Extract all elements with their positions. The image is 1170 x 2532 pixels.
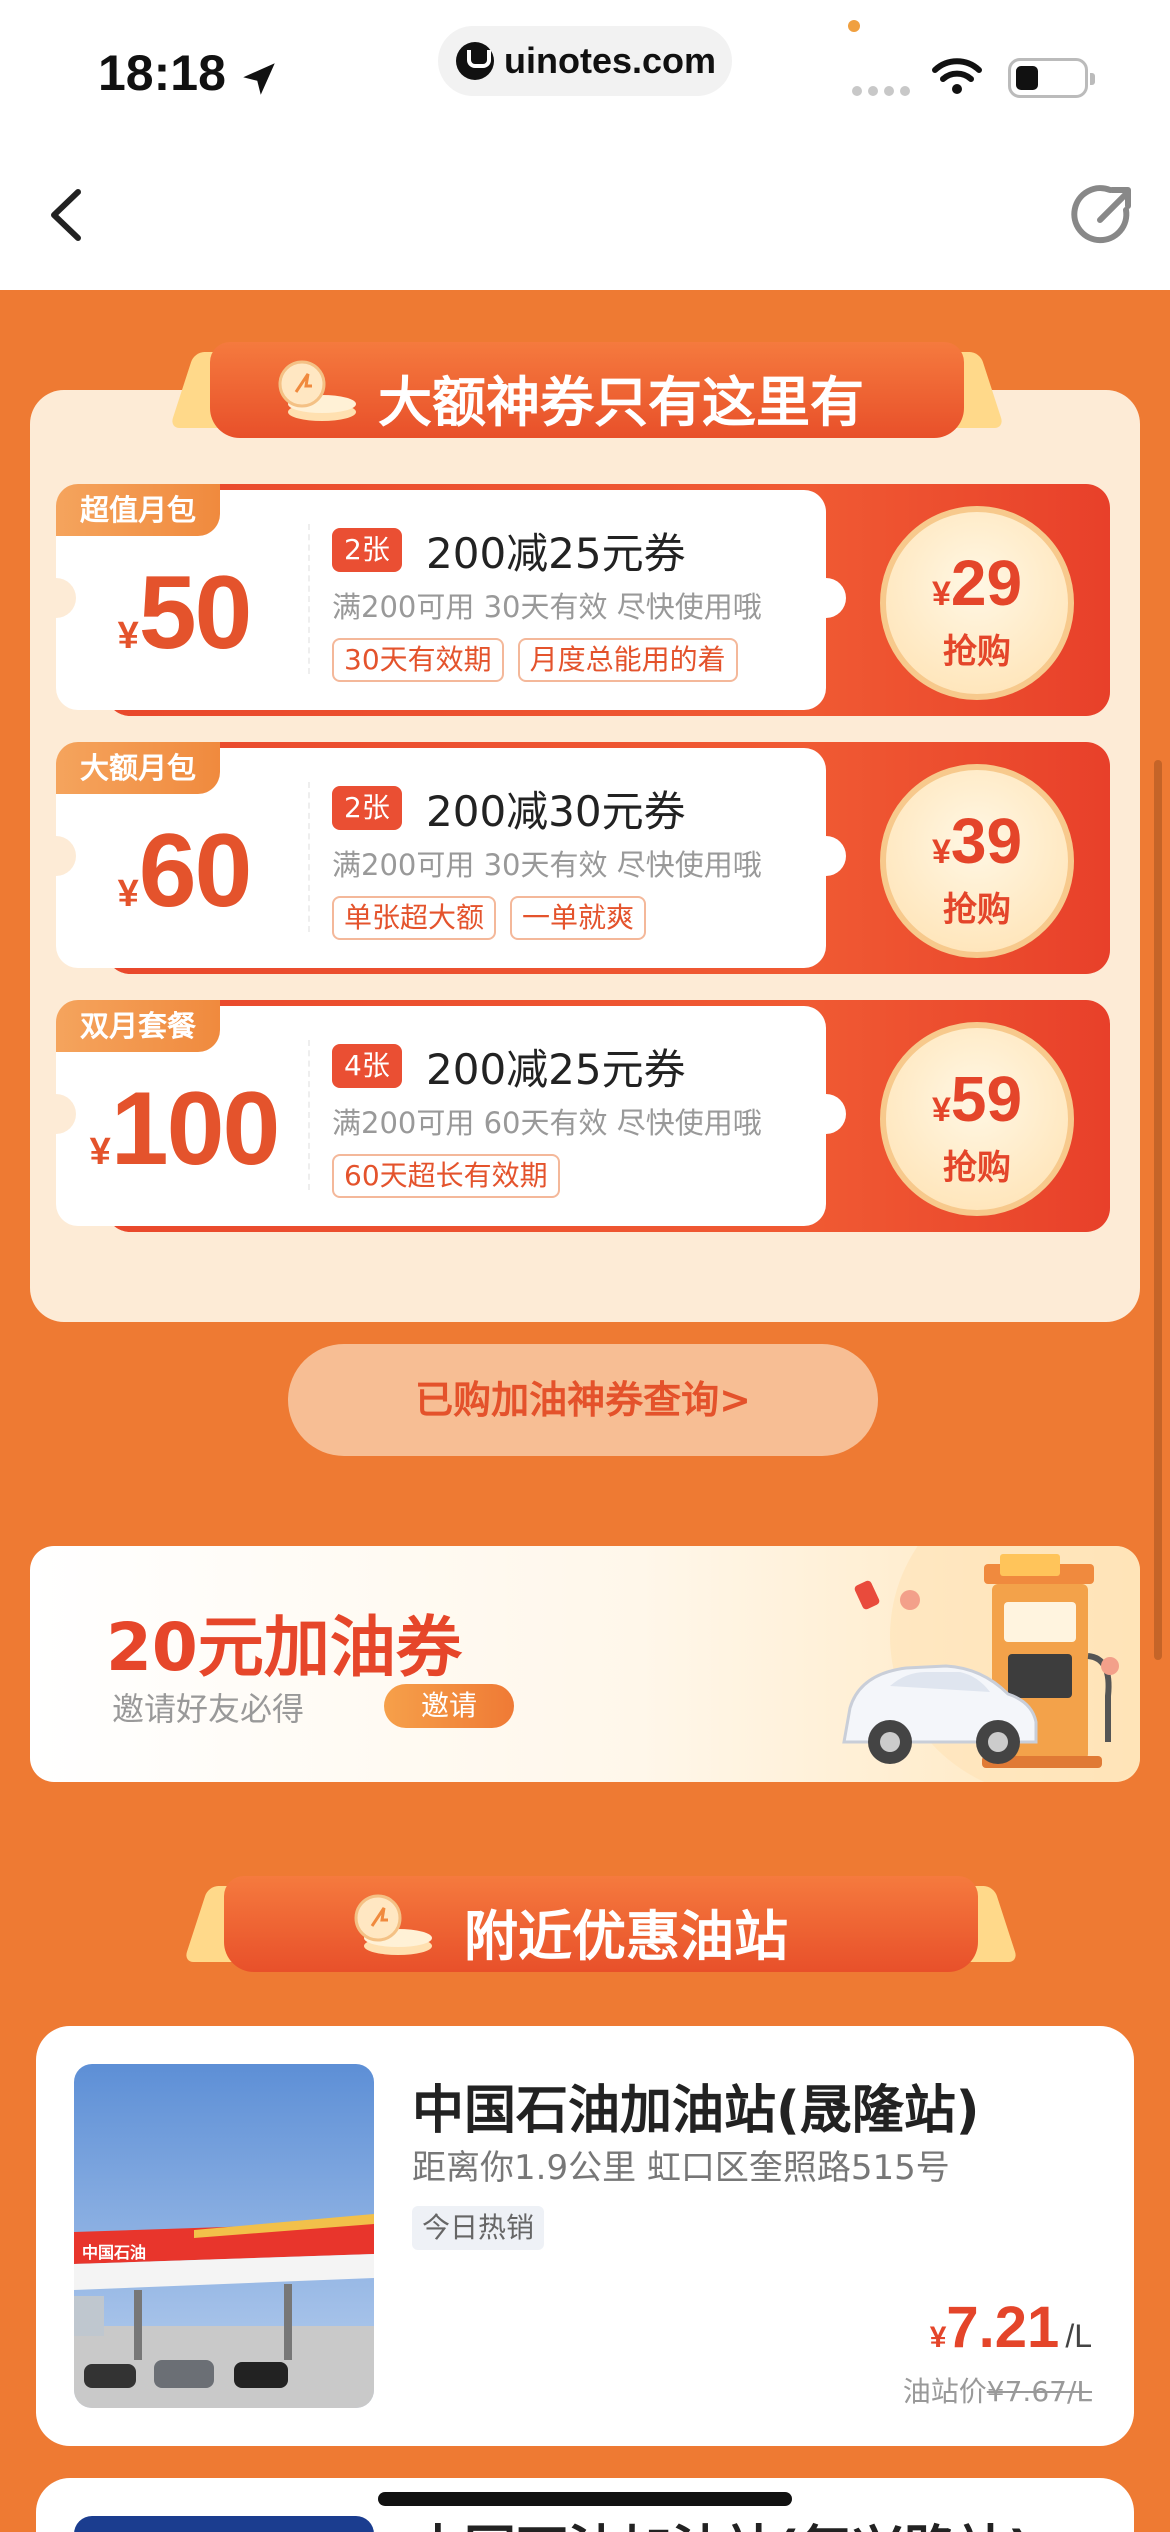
coupon-section-title: 大额神券只有这里有 — [378, 371, 864, 434]
coupon-section-header: 大额神券只有这里有 — [169, 342, 1005, 438]
coupon-amount: ¥50 — [117, 555, 253, 671]
share-icon[interactable] — [1070, 180, 1140, 250]
station-name: 中国石油加油站(复兴路站) — [412, 2508, 1032, 2532]
station-photo: 中国石油 — [74, 2064, 374, 2408]
invite-subtitle: 邀请好友必得 — [112, 1690, 305, 1728]
coupon-chip: 30天有效期 — [332, 638, 504, 682]
buy-button[interactable]: ¥39 抢购 — [880, 764, 1074, 958]
nav-bar — [0, 140, 1170, 290]
back-arrow-icon[interactable] — [40, 180, 100, 250]
coupon-chip: 单张超大额 — [332, 896, 497, 940]
coupon-card[interactable]: 超值月包 ¥50 2张 200减25元券 满200可用 30天有效 尽快使用哦 … — [36, 484, 1110, 716]
wifi-icon — [932, 58, 982, 94]
buy-price: ¥59 — [931, 1063, 1023, 1135]
coupon-chips: 单张超大额 一单就爽 — [332, 896, 647, 940]
svg-text:中国石油: 中国石油 — [82, 2243, 146, 2262]
coupon-amount: ¥60 — [117, 813, 253, 929]
buy-price: ¥29 — [931, 547, 1023, 619]
invite-title: 20元加油券 — [106, 1609, 462, 1686]
site-logo-icon — [456, 42, 494, 80]
coupon-chips: 60天超长有效期 — [332, 1154, 560, 1198]
nearby-section-header: 附近优惠油站 — [183, 1876, 1019, 1972]
coupon-chip: 月度总能用的着 — [517, 638, 738, 682]
station-location: 距离你1.9公里 虹口区奎照路515号 — [412, 2148, 950, 2188]
coupon-title: 200减25元券 — [426, 1045, 686, 1094]
station-price: ¥7.21/L — [929, 2295, 1092, 2360]
station-name: 中国石油加油站(晟隆站) — [412, 2081, 980, 2141]
car-fuel-pump-illustration — [842, 1546, 1140, 1782]
station-original-price: 油站价¥7.67/L — [902, 2375, 1092, 2408]
coupon-title: 200减25元券 — [426, 529, 686, 578]
buy-price: ¥39 — [931, 805, 1023, 877]
coupon-tag: 双月套餐 — [56, 1000, 221, 1052]
coupon-title: 200减30元券 — [426, 787, 686, 836]
buy-label: 抢购 — [943, 632, 1011, 672]
coin-icon — [354, 1894, 432, 1955]
url-pill[interactable]: uinotes.com — [438, 26, 732, 96]
coupon-count-badge: 2张 — [332, 786, 402, 830]
coupon-count-badge: 4张 — [332, 1044, 402, 1088]
purchased-coupons-query-button[interactable]: 已购加油神券查询> — [288, 1344, 878, 1456]
coin-icon — [278, 360, 356, 421]
coupon-description: 满200可用 60天有效 尽快使用哦 — [332, 1106, 762, 1140]
station-tag: 今日热销 — [412, 2206, 545, 2250]
home-indicator[interactable] — [378, 2492, 792, 2506]
coupon-card[interactable]: 双月套餐 ¥100 4张 200减25元券 满200可用 60天有效 尽快使用哦… — [36, 1000, 1110, 1232]
coupon-chip: 一单就爽 — [510, 896, 647, 940]
buy-button[interactable]: ¥29 抢购 — [880, 506, 1074, 700]
status-time: 18:18 — [98, 45, 226, 101]
battery-icon — [1008, 58, 1095, 98]
cellular-signal-icon — [852, 86, 910, 96]
buy-label: 抢购 — [943, 1148, 1011, 1188]
coupon-chip: 60天超长有效期 — [332, 1154, 560, 1198]
invite-banner[interactable]: 20元加油券 邀请好友必得 邀请 — [30, 1546, 1140, 1782]
station-photo — [74, 2516, 374, 2532]
status-bar: 18:18 uinotes.com — [0, 0, 1170, 140]
scrollbar[interactable] — [1154, 760, 1162, 1660]
location-arrow-icon — [243, 63, 275, 95]
coupon-card[interactable]: 大额月包 ¥60 2张 200减30元券 满200可用 30天有效 尽快使用哦 … — [36, 742, 1110, 974]
privacy-indicator-icon — [848, 20, 860, 32]
url-text: uinotes.com — [504, 40, 717, 81]
coupon-description: 满200可用 30天有效 尽快使用哦 — [332, 848, 762, 882]
station-card[interactable]: 中国石油 中国石油加油站(晟隆站) 距离你1.9公里 虹口区奎照路515号 今日… — [36, 2026, 1134, 2446]
invite-button[interactable]: 邀请 — [384, 1684, 514, 1728]
coupon-chips: 30天有效期 月度总能用的着 — [332, 638, 738, 682]
coupon-count-badge: 2张 — [332, 528, 402, 572]
buy-label: 抢购 — [943, 890, 1011, 930]
coupon-amount: ¥100 — [89, 1071, 281, 1187]
coupon-description: 满200可用 30天有效 尽快使用哦 — [332, 590, 762, 624]
coupon-tag: 超值月包 — [56, 484, 221, 536]
nearby-section-title: 附近优惠油站 — [464, 1905, 788, 1968]
coupon-tag: 大额月包 — [56, 742, 221, 794]
buy-button[interactable]: ¥59 抢购 — [880, 1022, 1074, 1216]
